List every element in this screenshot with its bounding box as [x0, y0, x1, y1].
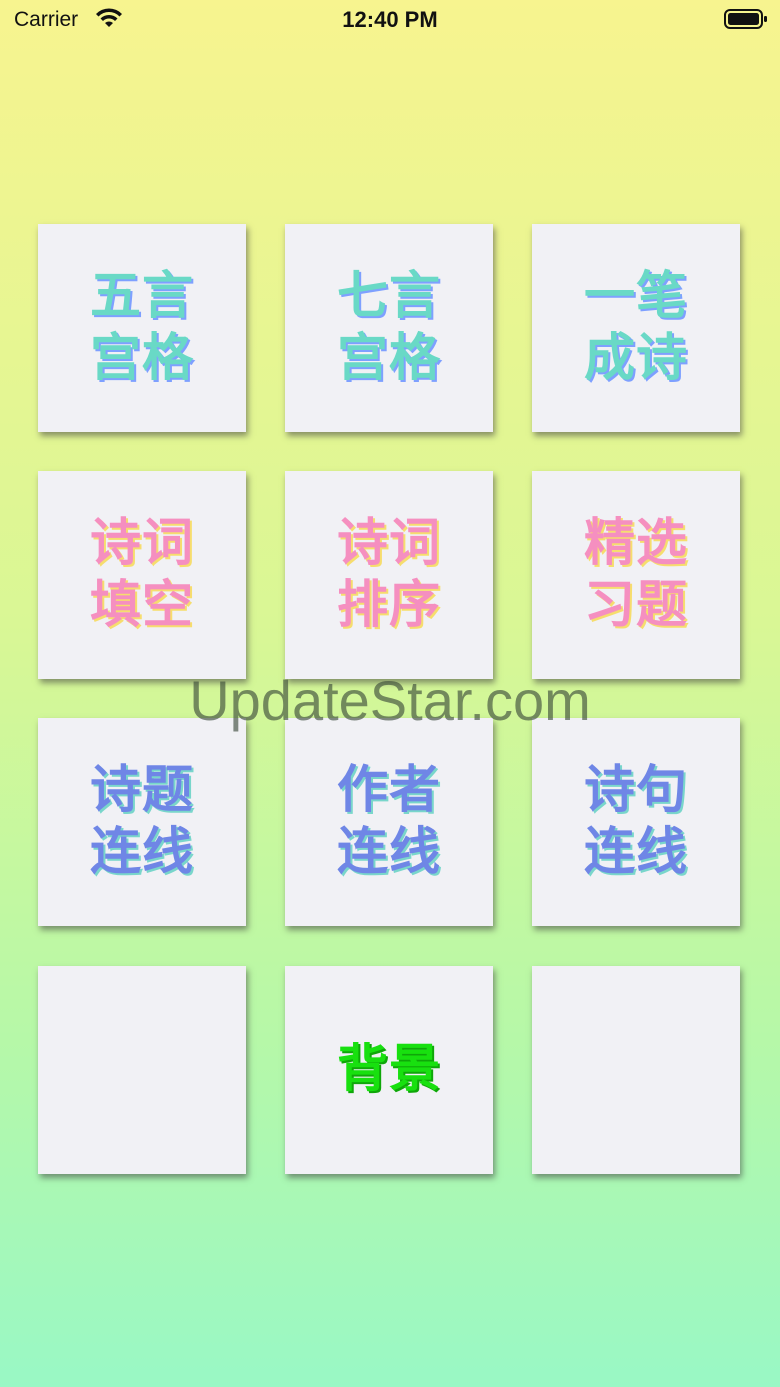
- tile-label: 精选习题: [583, 514, 688, 635]
- status-bar: Carrier 12:40 PM: [0, 0, 780, 40]
- tile-label: 诗词排序: [336, 514, 441, 635]
- tile-seven-char-grid[interactable]: 七言宫格: [285, 224, 493, 432]
- tile-label: 一笔成诗: [583, 267, 688, 388]
- status-time: 12:40 PM: [342, 7, 438, 32]
- tile-label: 背景: [336, 1040, 441, 1099]
- tile-empty-left[interactable]: [38, 966, 246, 1174]
- tile-five-char-grid[interactable]: 五言宫格: [38, 224, 246, 432]
- tile-label: 作者连线: [336, 761, 441, 882]
- tile-poem-sort[interactable]: 诗词排序: [285, 471, 493, 679]
- tile-label: 诗题连线: [89, 761, 194, 882]
- tile-author-matching[interactable]: 作者连线: [285, 718, 493, 926]
- tile-background[interactable]: 背景: [285, 966, 493, 1174]
- tile-label: 五言宫格: [89, 267, 194, 388]
- tile-label: 诗句连线: [583, 761, 688, 882]
- tile-one-stroke-poem[interactable]: 一笔成诗: [532, 224, 740, 432]
- tile-label: 诗词填空: [89, 514, 194, 635]
- tile-empty-right[interactable]: [532, 966, 740, 1174]
- tile-title-matching[interactable]: 诗题连线: [38, 718, 246, 926]
- tile-verse-matching[interactable]: 诗句连线: [532, 718, 740, 926]
- tile-selected-exercises[interactable]: 精选习题: [532, 471, 740, 679]
- battery-icon: [724, 9, 767, 29]
- tile-poem-fill-blank[interactable]: 诗词填空: [38, 471, 246, 679]
- tile-label: 七言宫格: [336, 267, 441, 388]
